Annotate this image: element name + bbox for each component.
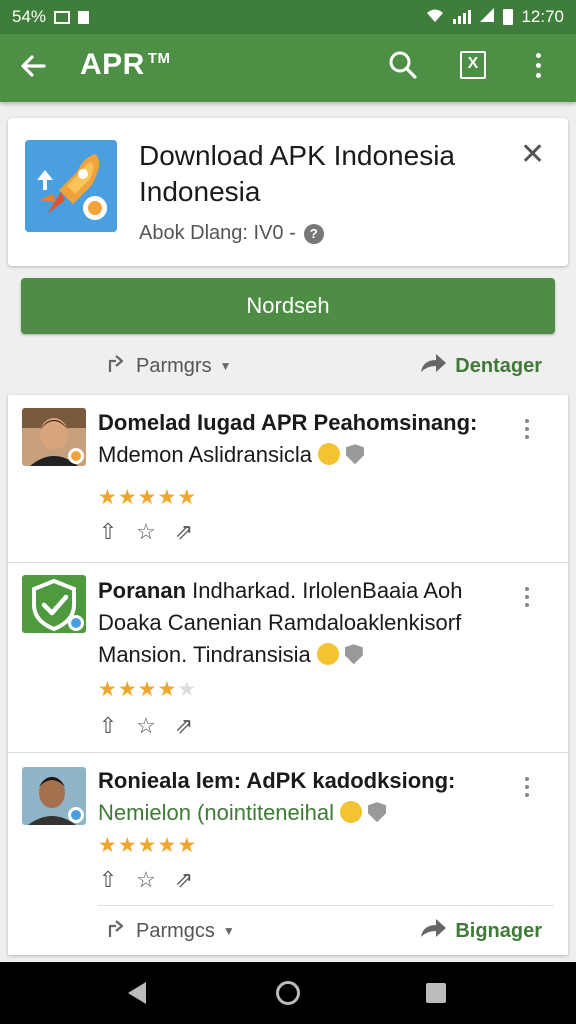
list-item[interactable]: Ronieala lem: AdPK kadodksiong: Nemielon… <box>8 753 568 903</box>
close-icon[interactable]: ✕ <box>520 140 545 170</box>
nav-recents-icon[interactable] <box>426 983 446 1003</box>
item-subtitle: Mdemon Aslidransicla <box>98 442 312 467</box>
star-filled-icon: ★ <box>117 486 138 509</box>
item-actions: ⇧ ☆ ⇗ <box>98 713 194 739</box>
smile-icon <box>316 643 339 666</box>
smile-icon <box>317 443 340 466</box>
item-text: Ronieala lem: AdPK kadodksiong: Nemielon… <box>98 765 518 829</box>
avatar <box>22 767 86 825</box>
screenshot-icon <box>54 10 71 24</box>
star-filled-icon: ★ <box>98 486 118 509</box>
battery-icon <box>503 9 514 25</box>
help-icon[interactable]: ? <box>303 223 324 244</box>
star-filled-icon: ★ <box>177 834 198 857</box>
clock: 12:70 <box>521 7 564 26</box>
search-icon[interactable] <box>388 48 418 82</box>
app-bar: APR TM X <box>0 34 576 102</box>
install-button[interactable]: Nordseh <box>21 278 555 334</box>
featured-app-title[interactable]: Download APK Indonesia Indonesia <box>139 138 509 210</box>
signal-icon <box>453 10 472 24</box>
top-action-row: Parmgrs ▼ Dentager <box>0 348 576 384</box>
star-icon[interactable]: ☆ <box>136 519 156 545</box>
divider <box>98 905 554 906</box>
share-icon <box>106 917 128 945</box>
chevron-down-icon: ▼ <box>222 924 235 938</box>
item-more-icon[interactable] <box>520 583 534 607</box>
star-filled-icon: ★ <box>157 678 178 701</box>
star-filled-icon: ★ <box>98 834 118 857</box>
star-filled-icon: ★ <box>137 834 158 857</box>
battery-percent: 54% <box>12 7 47 26</box>
wifi-icon <box>425 7 445 28</box>
forward-arrow-icon <box>419 917 447 945</box>
upvote-icon[interactable]: ⇧ <box>98 519 118 545</box>
nav-home-icon[interactable] <box>276 981 300 1005</box>
shield-icon <box>368 802 387 823</box>
share-out-icon[interactable]: ⇗ <box>174 519 194 545</box>
star-filled-icon: ★ <box>137 486 158 509</box>
share-out-icon[interactable]: ⇗ <box>174 713 194 739</box>
featured-app-card[interactable]: Download APK Indonesia Indonesia Abok Dl… <box>8 118 568 266</box>
shield-icon <box>345 444 364 465</box>
forward-action[interactable]: Bignager <box>419 917 542 945</box>
item-title: Poranan <box>98 578 187 603</box>
avatar <box>22 408 86 466</box>
star-icon[interactable]: ☆ <box>136 867 156 893</box>
nav-back-icon[interactable] <box>128 982 146 1004</box>
star-filled-icon: ★ <box>117 834 138 857</box>
item-text: Poranan Indharkad. IrlolenBaaia Aoh Doak… <box>98 575 518 671</box>
list-item[interactable]: Domelad Iugad APR Peahomsinang: Mdemon A… <box>8 395 568 563</box>
item-text: Domelad Iugad APR Peahomsinang: Mdemon A… <box>98 407 518 471</box>
chevron-down-icon: ▼ <box>219 359 232 373</box>
forward-arrow-icon <box>419 352 447 380</box>
star-filled-icon: ★ <box>98 678 118 701</box>
rating-stars: ★★★★★ <box>98 485 197 510</box>
rocket-app-icon <box>25 140 117 232</box>
item-title: Domelad Iugad APR Peahomsinang: <box>98 410 478 435</box>
star-filled-icon: ★ <box>177 486 198 509</box>
upvote-icon[interactable]: ⇧ <box>98 867 118 893</box>
share-permissions-action[interactable]: Parmgrs ▼ <box>106 352 231 380</box>
item-more-icon[interactable] <box>520 773 534 797</box>
shield-check-app-icon <box>22 575 86 633</box>
share-icon <box>106 352 128 380</box>
item-subtitle: Nemielon (nointiteneihal <box>98 800 335 825</box>
item-actions: ⇧ ☆ ⇗ <box>98 867 194 893</box>
share-permissions-action[interactable]: Parmgcs ▼ <box>106 917 235 945</box>
smile-icon <box>340 801 363 824</box>
star-filled-icon: ★ <box>157 486 178 509</box>
featured-app-subtitle: Abok Dlang: IV0 - ? <box>139 222 324 245</box>
cell-signal-icon <box>479 7 495 28</box>
star-filled-icon: ★ <box>117 678 138 701</box>
app-list: Domelad Iugad APR Peahomsinang: Mdemon A… <box>8 395 568 955</box>
shield-icon <box>344 644 363 665</box>
item-actions: ⇧ ☆ ⇗ <box>98 519 194 545</box>
bottom-action-row: Parmgcs ▼ Bignager <box>0 913 576 949</box>
system-nav-bar <box>0 962 576 1024</box>
back-arrow-icon[interactable] <box>18 51 52 85</box>
item-title: Ronieala lem: AdPK kadodksiong: <box>98 768 456 793</box>
rating-stars: ★★★★★ <box>98 677 197 702</box>
share-out-icon[interactable]: ⇗ <box>174 867 194 893</box>
filter-box-icon[interactable]: X <box>460 51 486 79</box>
overflow-menu-icon[interactable] <box>528 49 548 83</box>
status-bar: 54% 12:70 <box>0 0 576 34</box>
star-filled-icon: ★ <box>157 834 178 857</box>
forward-action[interactable]: Dentager <box>419 352 542 380</box>
star-icon[interactable]: ☆ <box>136 713 156 739</box>
app-title: APR TM <box>80 48 171 81</box>
star-empty-icon: ★ <box>177 678 198 701</box>
rating-stars: ★★★★★ <box>98 833 197 858</box>
notification-icon <box>78 10 90 24</box>
list-item[interactable]: Poranan Indharkad. IrlolenBaaia Aoh Doak… <box>8 563 568 753</box>
star-filled-icon: ★ <box>137 678 158 701</box>
upvote-icon[interactable]: ⇧ <box>98 713 118 739</box>
item-more-icon[interactable] <box>520 415 534 439</box>
